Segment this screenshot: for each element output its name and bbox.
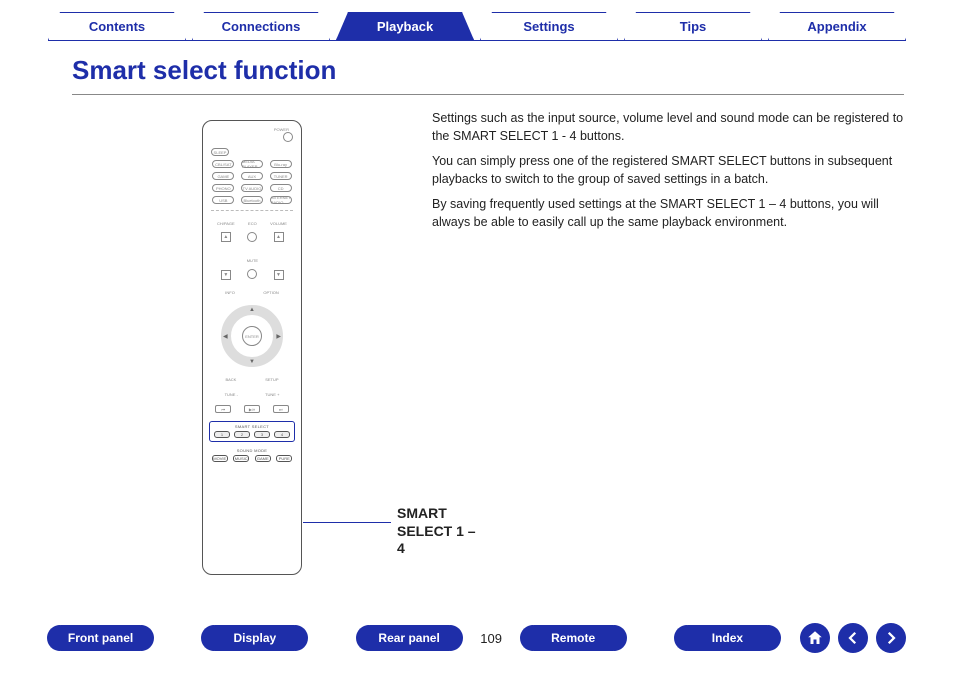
src-aux: AUX: [241, 172, 263, 180]
src-cblsat: CBL/SAT: [212, 160, 234, 168]
src-usb: USB: [212, 196, 234, 204]
page-title: Smart select function: [72, 55, 336, 86]
tune-plus-label: TUNE +: [265, 392, 279, 397]
setup-label: SETUP: [265, 377, 278, 382]
index-button[interactable]: Index: [675, 625, 780, 651]
dpad-down-icon: ▼: [249, 359, 255, 365]
src-tvaudio: TV AUDIO: [241, 184, 263, 192]
remote-column: POWER SLEEP CBL/SATMEDIA PLAYERBlu-ray G…: [72, 110, 402, 593]
tab-contents[interactable]: Contents: [48, 12, 186, 40]
remote-diagram: POWER SLEEP CBL/SATMEDIA PLAYERBlu-ray G…: [202, 120, 302, 575]
dpad: ENTER ▲ ▼ ◀ ▶: [221, 305, 283, 367]
chpage-label: CH/PAGE: [217, 221, 235, 226]
src-game: GAME: [212, 172, 234, 180]
eco-label: ECO: [248, 221, 257, 226]
mute-button: [247, 269, 257, 279]
tab-playback[interactable]: Playback: [336, 12, 474, 40]
home-icon[interactable]: [800, 623, 830, 653]
src-bluray: Blu-ray: [270, 160, 292, 168]
tune-minus-label: TUNE -: [225, 392, 238, 397]
page-number: 109: [472, 631, 511, 646]
eco-button: [247, 232, 257, 242]
src-phono: PHONO: [212, 184, 234, 192]
sound-music: MUSIC: [233, 455, 249, 462]
src-tuner: TUNER: [270, 172, 292, 180]
display-button[interactable]: Display: [202, 625, 307, 651]
tab-settings[interactable]: Settings: [480, 12, 618, 40]
prev-track-icon: ⏮: [215, 405, 231, 413]
smart-select-3: 3: [254, 431, 270, 438]
tab-tips[interactable]: Tips: [624, 12, 762, 40]
smart-select-4: 4: [274, 431, 290, 438]
paragraph-1: Settings such as the input source, volum…: [432, 110, 904, 145]
dpad-up-icon: ▲: [249, 307, 255, 313]
src-iradio: INTERNET RADIO: [270, 196, 292, 204]
sleep-button: SLEEP: [211, 148, 229, 156]
info-label: INFO: [225, 290, 235, 295]
smart-select-highlight: SMART SELECT 1 2 3 4: [209, 421, 295, 442]
smart-select-label: SMART SELECT: [212, 424, 292, 429]
mute-label: MUTE: [247, 258, 258, 263]
volume-up-icon: ▲: [274, 232, 284, 242]
arrow-left-icon[interactable]: [838, 623, 868, 653]
callout-label: SMART SELECT 1 – 4: [397, 505, 477, 558]
sound-movie: MOVIE: [212, 455, 228, 462]
paragraph-3: By saving frequently used settings at th…: [432, 196, 904, 231]
volume-down-icon: ▼: [274, 270, 284, 280]
volume-label: VOLUME: [270, 221, 287, 226]
src-media: MEDIA PLAYER: [241, 160, 263, 168]
sound-mode-label: SOUND MODE: [209, 448, 295, 453]
front-panel-button[interactable]: Front panel: [48, 625, 153, 651]
top-rule: [48, 40, 906, 41]
tab-connections[interactable]: Connections: [192, 12, 330, 40]
back-label: BACK: [225, 377, 236, 382]
content-area: POWER SLEEP CBL/SATMEDIA PLAYERBlu-ray G…: [72, 110, 904, 593]
sound-mode-group: SOUND MODE MOVIE MUSIC GAME PURE: [209, 448, 295, 462]
sound-pure: PURE: [276, 455, 292, 462]
sound-game: GAME: [255, 455, 271, 462]
tab-appendix[interactable]: Appendix: [768, 12, 906, 40]
top-tabs: Contents Connections Playback Settings T…: [0, 0, 954, 40]
next-track-icon: ⏭: [273, 405, 289, 413]
callout-line: [303, 522, 391, 523]
chpage-down-icon: ▼: [221, 270, 231, 280]
dpad-left-icon: ◀: [223, 333, 228, 340]
body-text: Settings such as the input source, volum…: [432, 110, 904, 593]
smart-select-2: 2: [234, 431, 250, 438]
paragraph-2: You can simply press one of the register…: [432, 153, 904, 188]
dpad-right-icon: ▶: [276, 333, 281, 340]
arrow-right-icon[interactable]: [876, 623, 906, 653]
rear-panel-button[interactable]: Rear panel: [357, 625, 462, 651]
option-label: OPTION: [263, 290, 278, 295]
remote-button[interactable]: Remote: [521, 625, 626, 651]
src-bluetooth: Bluetooth: [241, 196, 263, 204]
power-button-icon: [283, 132, 293, 142]
src-cd: CD: [270, 184, 292, 192]
enter-button: ENTER: [242, 326, 262, 346]
smart-select-1: 1: [214, 431, 230, 438]
play-pause-icon: ▶/⏸: [244, 405, 260, 413]
chpage-up-icon: ▲: [221, 232, 231, 242]
bottom-nav: Front panel Display Rear panel 109 Remot…: [48, 623, 906, 653]
heading-rule: [72, 94, 904, 95]
